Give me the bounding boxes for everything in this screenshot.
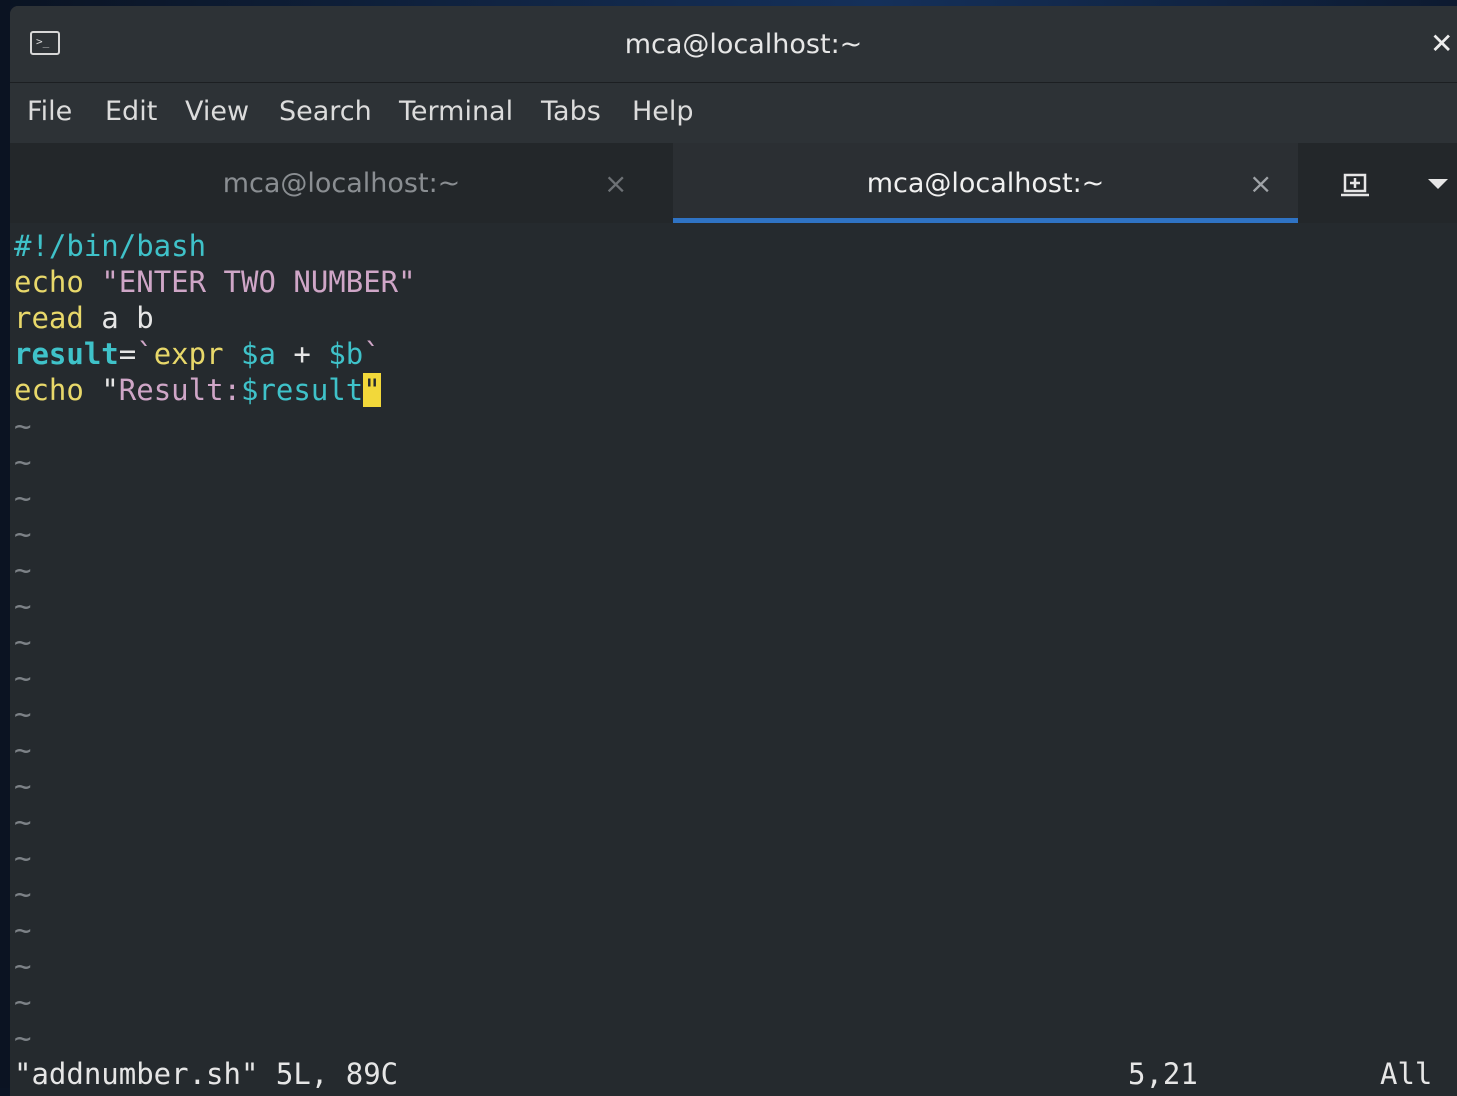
menu-file[interactable]: File bbox=[27, 83, 72, 143]
tilde-line: ~ bbox=[14, 1021, 32, 1055]
tilde-line: ~ bbox=[14, 841, 32, 875]
close-window-icon[interactable]: ✕ bbox=[1430, 26, 1453, 62]
tab-1[interactable]: mca@localhost:~ × bbox=[10, 143, 673, 223]
tab-1-close-icon[interactable]: × bbox=[604, 143, 627, 223]
backtick-close: ` bbox=[363, 337, 381, 371]
terminal-content[interactable]: #!/bin/bash echo "ENTER TWO NUMBER" read… bbox=[10, 224, 1457, 1094]
status-cursor-position: 5,21 bbox=[1128, 1057, 1198, 1091]
identifier-result: result bbox=[14, 337, 119, 371]
menu-help[interactable]: Help bbox=[632, 83, 694, 143]
code-line-3: read a b bbox=[14, 300, 154, 336]
variable-a: $a bbox=[241, 337, 276, 371]
command-expr: expr bbox=[153, 337, 224, 371]
backtick-open: ` bbox=[136, 337, 154, 371]
code-line-1: #!/bin/bash bbox=[14, 228, 206, 264]
tilde-line: ~ bbox=[14, 553, 32, 587]
desktop-edge bbox=[0, 0, 10, 1088]
terminal-window: >_ mca@localhost:~ ✕ File Edit View Sear… bbox=[10, 6, 1457, 1096]
keyword-read: read bbox=[14, 301, 84, 335]
variable-result: $result bbox=[241, 373, 364, 407]
tilde-line: ~ bbox=[14, 913, 32, 947]
tab-2[interactable]: mca@localhost:~ × bbox=[673, 143, 1298, 223]
read-args: a b bbox=[83, 301, 154, 335]
keyword-echo: echo bbox=[14, 265, 84, 299]
tilde-line: ~ bbox=[14, 697, 32, 731]
menu-search[interactable]: Search bbox=[279, 83, 372, 143]
plus-operator: + bbox=[275, 337, 329, 371]
tilde-line: ~ bbox=[14, 733, 32, 767]
new-tab-icon bbox=[1341, 173, 1369, 197]
new-tab-button[interactable] bbox=[1298, 143, 1428, 223]
string-result-label: Result: bbox=[118, 373, 241, 407]
tilde-line: ~ bbox=[14, 517, 32, 551]
window-title: mca@localhost:~ bbox=[624, 29, 863, 60]
tilde-line: ~ bbox=[14, 409, 32, 443]
tab-bar: mca@localhost:~ × mca@localhost:~ × bbox=[10, 143, 1457, 223]
title-bar[interactable]: >_ mca@localhost:~ ✕ bbox=[10, 6, 1457, 83]
status-scroll: All bbox=[1380, 1057, 1433, 1091]
menu-terminal[interactable]: Terminal bbox=[399, 83, 513, 143]
chevron-down-icon[interactable] bbox=[1428, 179, 1448, 189]
quote-open: " bbox=[101, 373, 119, 407]
tilde-line: ~ bbox=[14, 949, 32, 983]
tilde-line: ~ bbox=[14, 589, 32, 623]
tilde-line: ~ bbox=[14, 985, 32, 1019]
status-file-info: "addnumber.sh" 5L, 89C bbox=[14, 1057, 399, 1091]
tilde-line: ~ bbox=[14, 625, 32, 659]
tab-2-close-icon[interactable]: × bbox=[1249, 143, 1272, 223]
active-tab-indicator bbox=[673, 218, 1298, 223]
code-line-4: result=`expr $a + $b` bbox=[14, 336, 381, 372]
tilde-line: ~ bbox=[14, 661, 32, 695]
tilde-line: ~ bbox=[14, 877, 32, 911]
tab-2-label: mca@localhost:~ bbox=[866, 168, 1105, 199]
code-line-5: echo "Result:$result" bbox=[14, 372, 381, 408]
tilde-line: ~ bbox=[14, 481, 32, 515]
tilde-line: ~ bbox=[14, 805, 32, 839]
code-line-2: echo "ENTER TWO NUMBER" bbox=[14, 264, 416, 300]
string-literal: "ENTER TWO NUMBER" bbox=[101, 265, 416, 299]
menu-view[interactable]: View bbox=[185, 83, 249, 143]
tilde-line: ~ bbox=[14, 769, 32, 803]
tab-1-label: mca@localhost:~ bbox=[222, 168, 461, 199]
tilde-line: ~ bbox=[14, 445, 32, 479]
keyword-echo-2: echo bbox=[14, 373, 84, 407]
menu-tabs[interactable]: Tabs bbox=[541, 83, 601, 143]
text-cursor: " bbox=[363, 373, 381, 407]
shebang: #!/bin/bash bbox=[14, 229, 207, 263]
menu-edit[interactable]: Edit bbox=[105, 83, 157, 143]
variable-b: $b bbox=[328, 337, 364, 371]
assign-operator: = bbox=[118, 337, 137, 371]
menu-bar: File Edit View Search Terminal Tabs Help bbox=[10, 83, 1457, 143]
